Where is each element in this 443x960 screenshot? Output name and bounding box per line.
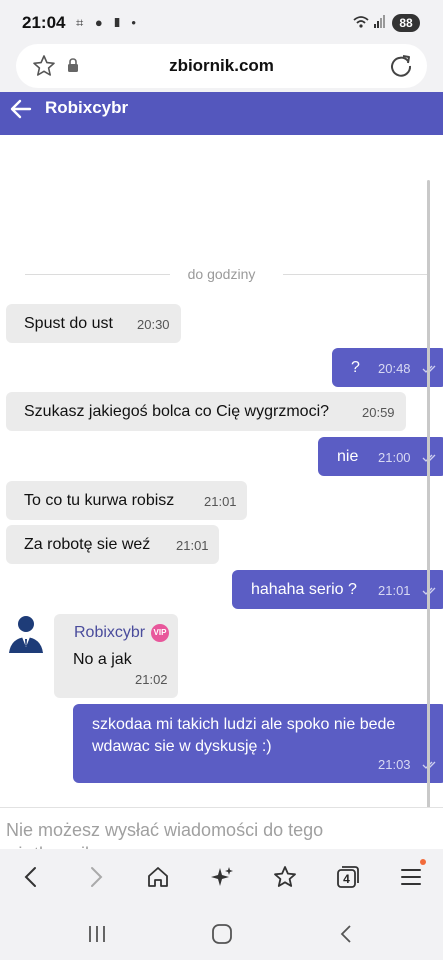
message-bubble-incoming[interactable]: Za robotę sie weź 21:01 <box>6 525 219 564</box>
message-time: 20:59 <box>362 405 395 420</box>
message-text: To co tu kurwa robisz <box>24 492 175 509</box>
read-receipt-icon <box>422 587 436 595</box>
avatar-icon[interactable] <box>5 611 47 653</box>
bookmarks-star-icon[interactable] <box>273 865 297 889</box>
chevron-right-icon[interactable] <box>84 865 108 889</box>
sender-name[interactable]: Robixcybr <box>74 624 145 642</box>
message-bubble-incoming[interactable]: To co tu kurwa robisz 21:01 <box>6 481 247 520</box>
message-text: Spust do ust <box>24 315 113 332</box>
back-arrow-icon[interactable] <box>10 98 32 120</box>
message-time: 21:03 <box>378 757 411 772</box>
message-bubble-outgoing[interactable]: hahaha serio ? 21:01 <box>232 570 443 609</box>
vip-badge: VIP <box>151 624 169 642</box>
recents-icon[interactable] <box>87 925 107 943</box>
message-input-disabled-notice: Nie możesz wysłać wiadomości do tego uży… <box>6 820 324 849</box>
battery-indicator: 88 <box>392 14 420 32</box>
reload-icon[interactable] <box>388 53 414 79</box>
address-bar[interactable]: zbiornik.com <box>16 44 427 88</box>
message-bubble-incoming[interactable]: Spust do ust 20:30 <box>6 304 181 343</box>
back-icon[interactable] <box>338 924 354 944</box>
status-time: 21:04 <box>22 13 66 32</box>
url-text[interactable]: zbiornik.com <box>16 56 427 76</box>
sparkle-icon[interactable] <box>210 865 234 889</box>
message-bubble-outgoing[interactable]: szkodaa mi takich ludzi ale spoko nie be… <box>73 704 443 783</box>
chat-messages[interactable]: do godziny Spust do ust 20:30 ? 20:48 Sz… <box>0 135 443 807</box>
chat-title[interactable]: Robixcybr <box>45 98 128 118</box>
message-text: Szukasz jakiegoś bolca co Cię wygrzmoci? <box>24 403 330 420</box>
message-text: Za robotę sie weź <box>24 536 151 553</box>
message-time: 20:48 <box>378 361 411 376</box>
tabs-count: 4 <box>343 872 350 886</box>
message-time: 20:30 <box>137 317 170 332</box>
home-icon[interactable] <box>146 865 170 889</box>
message-time: 21:01 <box>204 494 237 509</box>
message-text: No a jak <box>73 651 132 668</box>
system-navigation-bar <box>0 909 443 960</box>
wifi-signal-icon <box>353 15 385 28</box>
message-bubble-incoming[interactable]: Szukasz jakiegoś bolca co Cię wygrzmoci?… <box>6 392 406 431</box>
read-receipt-icon <box>422 454 436 462</box>
message-time: 21:02 <box>135 672 168 687</box>
home-circle-icon[interactable] <box>211 923 233 945</box>
message-text: nie <box>337 448 359 465</box>
message-bubble-incoming[interactable]: Robixcybr VIP No a jak 21:02 <box>54 614 178 698</box>
notification-icons: ⌗ ● ❚ • <box>76 15 140 30</box>
menu-icon[interactable] <box>399 865 423 889</box>
message-time: 21:01 <box>176 538 209 553</box>
chat-scrollbar[interactable] <box>427 180 430 814</box>
read-receipt-icon <box>422 761 436 769</box>
message-time: 21:01 <box>378 583 411 598</box>
notification-dot <box>420 859 426 865</box>
chevron-left-icon[interactable] <box>19 865 43 889</box>
message-text: ? <box>351 359 360 376</box>
status-bar: 21:04 ⌗ ● ❚ • 88 <box>0 0 443 40</box>
date-divider-label: do godziny <box>187 266 256 282</box>
tabs-icon[interactable]: 4 <box>336 865 360 889</box>
message-input-area: Nie możesz wysłać wiadomości do tego uży… <box>0 807 443 849</box>
read-receipt-icon <box>422 365 436 373</box>
message-bubble-outgoing[interactable]: nie 21:00 <box>318 437 443 476</box>
browser-toolbar: 4 <box>0 849 443 909</box>
chat-header: Robixcybr <box>0 92 443 135</box>
message-text: hahaha serio ? <box>251 581 357 598</box>
message-text: szkodaa mi takich ludzi ale spoko nie be… <box>92 716 396 755</box>
message-time: 21:00 <box>378 450 411 465</box>
